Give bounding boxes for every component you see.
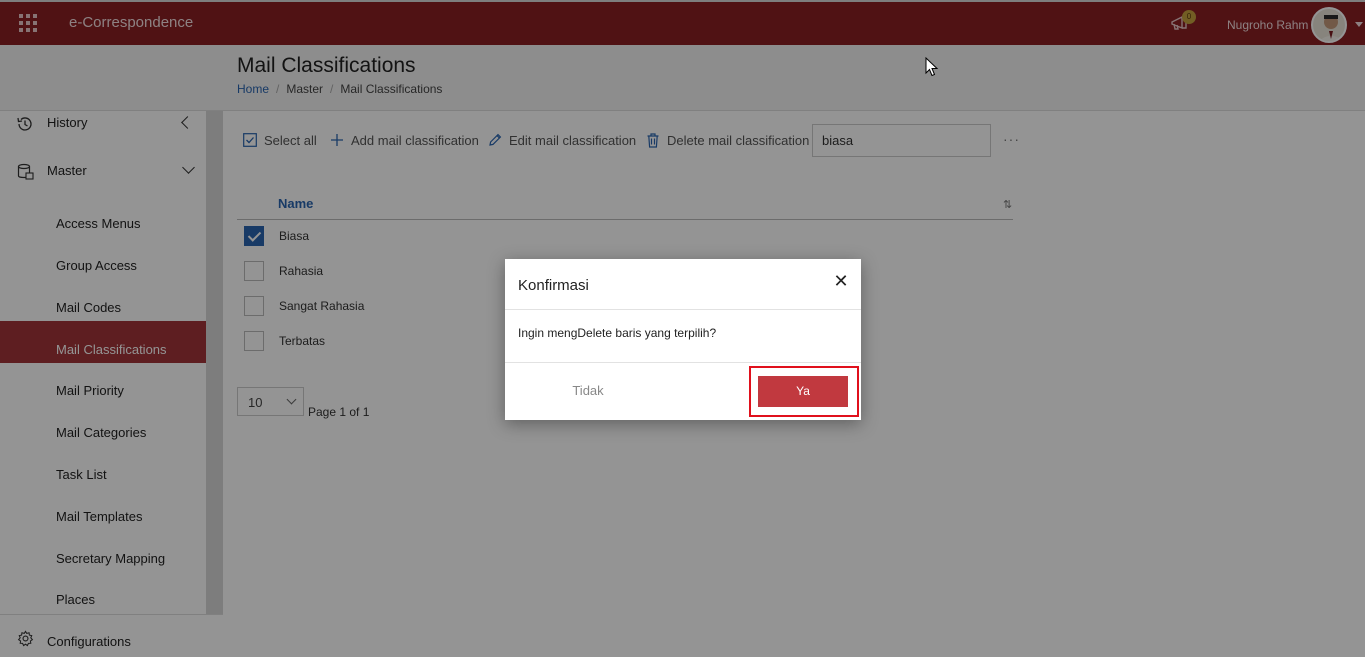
confirm-button[interactable]: Ya <box>758 376 848 407</box>
dialog-divider <box>505 362 861 363</box>
cancel-button[interactable]: Tidak <box>543 377 633 405</box>
dialog-message: Ingin mengDelete baris yang terpilih? <box>518 326 717 340</box>
dialog-title: Konfirmasi <box>518 277 589 294</box>
dialog-divider <box>505 309 861 310</box>
close-icon[interactable]: ✕ <box>832 272 850 290</box>
mouse-cursor-icon <box>925 57 939 77</box>
confirm-dialog: Konfirmasi ✕ Ingin mengDelete baris yang… <box>505 259 861 420</box>
